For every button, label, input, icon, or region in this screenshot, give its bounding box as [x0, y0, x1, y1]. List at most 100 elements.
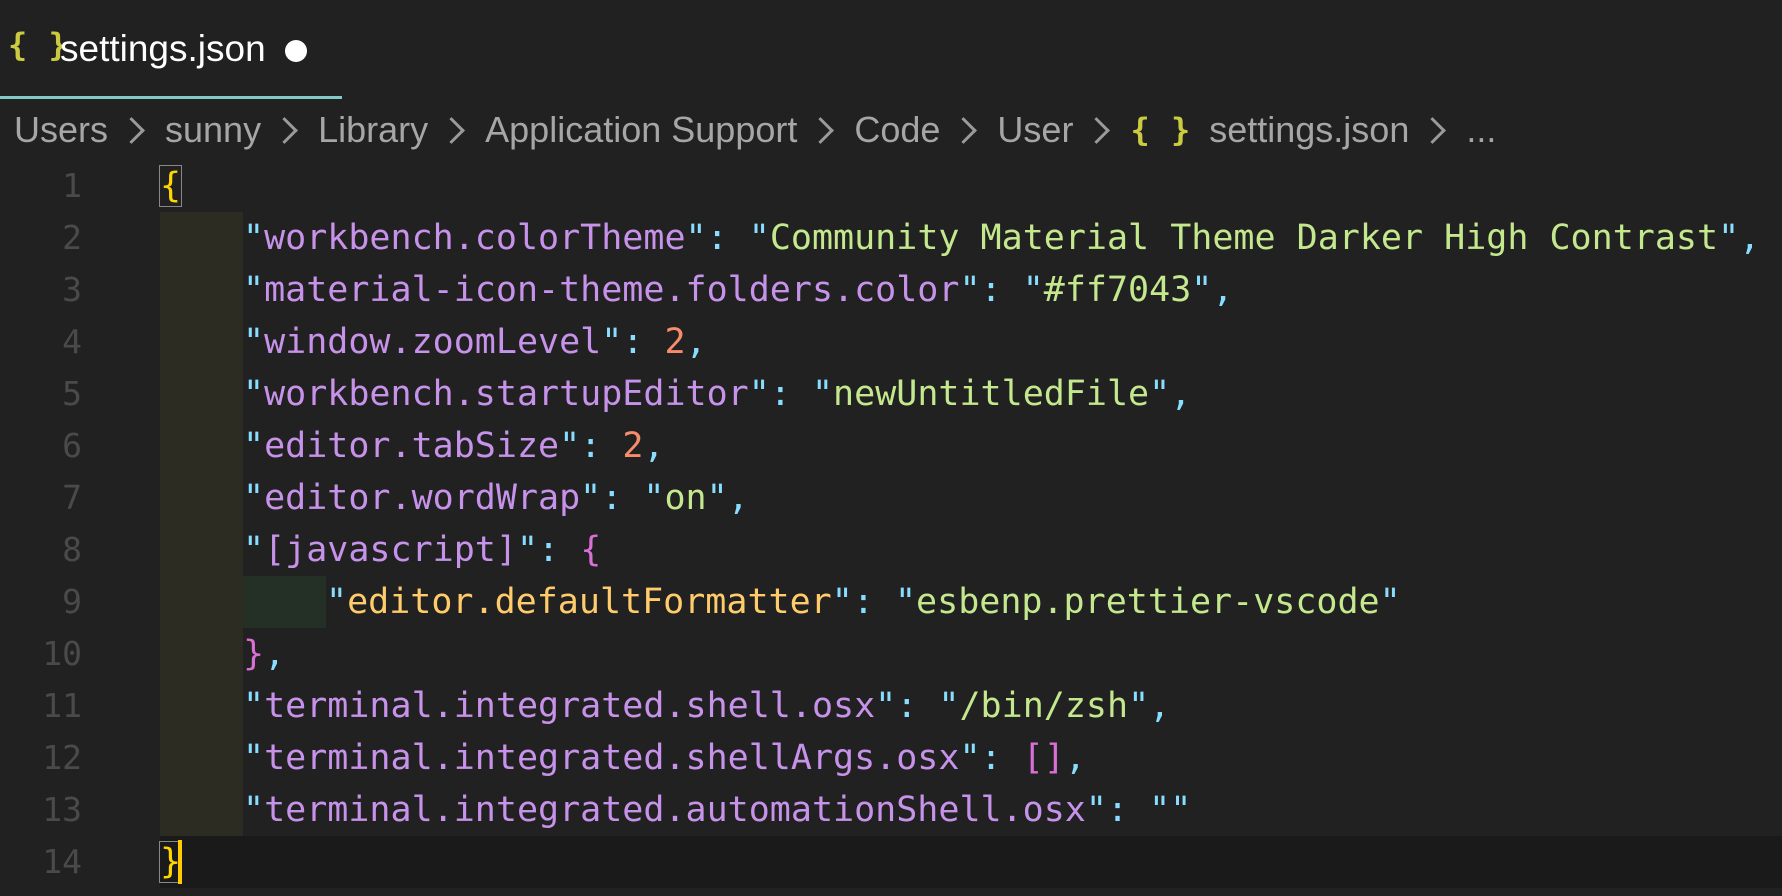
- indent-guide: [243, 576, 326, 628]
- code-text: "editor.defaultFormatter": "esbenp.prett…: [326, 576, 1401, 628]
- code-token: ": [831, 582, 853, 622]
- code-token: "": [1149, 790, 1192, 830]
- code-token: ": [1379, 582, 1401, 622]
- code-line[interactable]: 7 "editor.wordWrap": "on",: [0, 472, 1782, 524]
- code-token: ,: [1739, 218, 1761, 258]
- line-number: 11: [42, 686, 82, 725]
- indent-guide: [160, 316, 243, 368]
- indent-guide: [160, 264, 243, 316]
- code-line[interactable]: 12 "terminal.integrated.shellArgs.osx": […: [0, 732, 1782, 784]
- code-text: "[javascript]": {: [243, 524, 601, 576]
- code-token: ": [938, 686, 960, 726]
- code-token: ": [243, 530, 265, 570]
- code-token: ,: [264, 634, 286, 674]
- tab-title: settings.json: [60, 28, 266, 69]
- code-text: "material-icon-theme.folders.color": "#f…: [243, 264, 1233, 316]
- line-number: 2: [62, 218, 82, 257]
- code-editor[interactable]: 1{ 2 "workbench.colorTheme": "Community Ma…: [0, 160, 1782, 896]
- code-token: :: [706, 218, 749, 258]
- code-token: ,: [1149, 686, 1171, 726]
- line-number: 13: [42, 790, 82, 829]
- code-token: ": [243, 270, 265, 310]
- line-number: 7: [62, 478, 82, 517]
- code-token: ,: [685, 322, 707, 362]
- indent-guide: [160, 576, 243, 628]
- dot-icon[interactable]: [285, 40, 307, 62]
- breadcrumb-application-support[interactable]: Application Support: [485, 109, 797, 151]
- code-line[interactable]: 6 "editor.tabSize": 2,: [0, 420, 1782, 472]
- code-token: workbench.startupEditor: [264, 374, 749, 414]
- code-token: on: [664, 478, 707, 518]
- code-token: editor.defaultFormatter: [347, 582, 832, 622]
- line-number: 5: [62, 374, 82, 413]
- code-line[interactable]: 13 "terminal.integrated.automationShell.o…: [0, 784, 1782, 836]
- code-token: ": [894, 582, 917, 622]
- line-number: 6: [62, 426, 82, 465]
- breadcrumb-code[interactable]: Code: [854, 109, 940, 151]
- code-token: :: [980, 270, 1023, 310]
- code-token: ": [748, 218, 770, 258]
- breadcrumb-settings-json[interactable]: settings.json: [1209, 109, 1409, 151]
- code-line[interactable]: 5 "workbench.startupEditor": "newUntitled…: [0, 368, 1782, 420]
- code-token: ": [1191, 270, 1213, 310]
- indent-guide: [160, 212, 243, 264]
- code-token: ": [643, 478, 665, 518]
- code-token: ": [559, 426, 581, 466]
- breadcrumb-users[interactable]: Users: [14, 109, 108, 151]
- line-number: 10: [42, 634, 82, 673]
- code-token: editor.tabSize: [264, 426, 560, 466]
- code-token: :: [852, 582, 895, 622]
- indent-guide: [160, 472, 243, 524]
- code-line[interactable]: 14}: [0, 836, 1782, 888]
- code-text: "editor.wordWrap": "on",: [243, 472, 749, 524]
- chevron-right-icon: [950, 116, 978, 144]
- code-line[interactable]: 4 "window.zoomLevel": 2,: [0, 316, 1782, 368]
- code-text: "terminal.integrated.automationShell.osx…: [243, 784, 1191, 836]
- code-token: Community Material Theme Darker High Con…: [769, 218, 1719, 258]
- code-token: ,: [1170, 374, 1192, 414]
- code-token: ": [243, 374, 265, 414]
- code-token: [javascript]: [264, 530, 517, 570]
- code-line[interactable]: 10},: [0, 628, 1782, 680]
- breadcrumb-library[interactable]: Library: [318, 109, 428, 151]
- code-line[interactable]: 2 "workbench.colorTheme": "Community Mate…: [0, 212, 1782, 264]
- code-token: []: [1022, 738, 1065, 778]
- code-token: ": [1022, 270, 1044, 310]
- code-token: terminal.integrated.shellArgs.osx: [264, 738, 960, 778]
- code-token: window.zoomLevel: [264, 322, 602, 362]
- code-token: :: [580, 426, 623, 466]
- indent-guide: [160, 784, 243, 836]
- code-text: "terminal.integrated.shellArgs.osx": [],: [243, 732, 1086, 784]
- code-line[interactable]: 8 "[javascript]": {: [0, 524, 1782, 576]
- breadcrumb-sunny[interactable]: sunny: [165, 109, 261, 151]
- code-text: "workbench.colorTheme": "Community Mater…: [243, 212, 1760, 264]
- code-token: newUntitledFile: [833, 374, 1150, 414]
- code-token: ": [1718, 218, 1740, 258]
- json-file-icon: { }: [1130, 111, 1192, 149]
- code-text: "terminal.integrated.shell.osx": "/bin/z…: [243, 680, 1170, 732]
- current-line-highlight: [160, 836, 1782, 888]
- code-line[interactable]: 3 "material-icon-theme.folders.color": "#…: [0, 264, 1782, 316]
- code-token: ": [1149, 374, 1171, 414]
- breadcrumb-symbols[interactable]: ...: [1466, 109, 1496, 151]
- breadcrumb-user[interactable]: User: [997, 109, 1073, 151]
- code-token: ": [243, 478, 265, 518]
- tab-bar: { } settings.json: [0, 0, 1782, 99]
- code-token: :: [980, 738, 1023, 778]
- code-token: ": [601, 322, 623, 362]
- code-token: {: [158, 165, 183, 207]
- code-token: ": [243, 322, 265, 362]
- code-token: ": [243, 426, 265, 466]
- code-line[interactable]: 11 "terminal.integrated.shell.osx": "/bin…: [0, 680, 1782, 732]
- code-token: ,: [1212, 270, 1234, 310]
- tab-settings-json[interactable]: { } settings.json: [0, 0, 342, 99]
- code-token: ": [243, 738, 265, 778]
- code-token: ": [516, 530, 539, 570]
- code-token: ": [326, 582, 348, 622]
- code-token: :: [896, 686, 939, 726]
- code-token: ": [243, 218, 265, 258]
- indent-guide: [160, 368, 243, 420]
- code-line[interactable]: 1{: [0, 160, 1782, 212]
- code-line[interactable]: 9 "editor.defaultFormatter": "esbenp.pret…: [0, 576, 1782, 628]
- code-text: },: [243, 628, 285, 680]
